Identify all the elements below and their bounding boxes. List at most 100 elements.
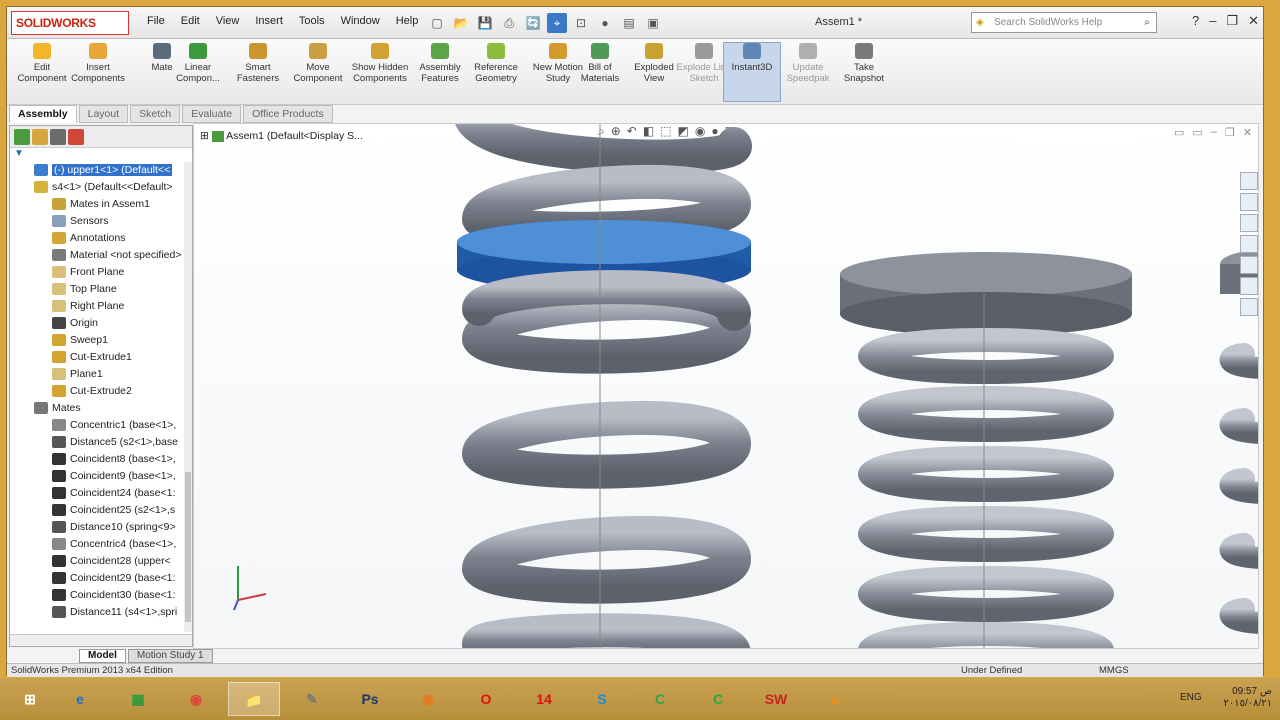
tree-item[interactable]: Mates (10, 400, 192, 417)
traffic-light-icon[interactable]: ● (595, 13, 615, 33)
taskbar-app-3[interactable]: 📁 (228, 682, 280, 716)
new-document-icon[interactable]: ▢ (427, 13, 447, 33)
tree-item[interactable]: Plane1 (10, 366, 192, 383)
options-icon[interactable]: ▣ (643, 13, 663, 33)
rebuild-icon[interactable]: 🔄 (523, 13, 543, 33)
display-manager-tab-icon[interactable] (68, 129, 84, 145)
taskbar-app-5[interactable]: Ps (344, 682, 396, 716)
restore-icon[interactable]: ❐ (1226, 13, 1238, 29)
taskbar-app-12[interactable]: SW (750, 682, 802, 716)
bottom-tab-motion-study-1[interactable]: Motion Study 1 (127, 649, 213, 663)
zoom-area-icon[interactable]: ⊡ (571, 13, 591, 33)
tree-item[interactable]: Coincident29 (base<1: (10, 570, 192, 587)
configuration-manager-tab-icon[interactable] (50, 129, 66, 145)
tree-item[interactable]: Cut-Extrude1 (10, 349, 192, 366)
cmd-assembly-features[interactable]: Assembly Features (411, 43, 469, 84)
tree-item[interactable]: Cut-Extrude2 (10, 383, 192, 400)
tab-layout[interactable]: Layout (78, 105, 129, 123)
taskbar-app-6[interactable]: ◉ (402, 682, 454, 716)
taskbar-app-11[interactable]: C (692, 682, 744, 716)
help-icon[interactable]: ? (1192, 13, 1199, 29)
taskbar-app-0[interactable]: e (54, 682, 106, 716)
tree-item[interactable]: Concentric1 (base<1>, (10, 417, 192, 434)
tree-item[interactable]: Distance10 (spring<9> (10, 519, 192, 536)
taskbar-app-7[interactable]: O (460, 682, 512, 716)
scroll-thumb[interactable] (185, 472, 191, 622)
forum-tab-icon[interactable] (1240, 298, 1258, 316)
cmd-reference-geometry[interactable]: Reference Geometry (467, 43, 525, 84)
design-library-tab-icon[interactable] (1240, 193, 1258, 211)
menu-view[interactable]: View (208, 15, 248, 27)
tree-item[interactable]: Concentric4 (base<1>, (10, 536, 192, 553)
tree-item[interactable]: Coincident28 (upper< (10, 553, 192, 570)
file-explorer-tab-icon[interactable] (1240, 214, 1258, 232)
taskbar-app-10[interactable]: C (634, 682, 686, 716)
tree-item[interactable]: Distance11 (s4<1>,spri (10, 604, 192, 621)
bottom-tab-model[interactable]: Model (79, 649, 126, 663)
tree-vertical-scrollbar[interactable] (184, 162, 192, 632)
tree-item[interactable]: Coincident25 (s2<1>,s (10, 502, 192, 519)
taskbar-app-8[interactable]: 14 (518, 682, 570, 716)
print-icon[interactable]: ⎙ (499, 13, 519, 33)
cmd-update-speedpak[interactable]: Update Speedpak (779, 43, 837, 84)
tree-item[interactable]: Sweep1 (10, 332, 192, 349)
tree-item[interactable]: Right Plane (10, 298, 192, 315)
tree-item[interactable]: Material <not specified> (10, 247, 192, 264)
menu-window[interactable]: Window (333, 15, 388, 27)
menu-edit[interactable]: Edit (173, 15, 208, 27)
cmd-edit-component[interactable]: Edit Component (13, 43, 71, 84)
tree-item[interactable]: Coincident8 (base<1>, (10, 451, 192, 468)
custom-properties-tab-icon[interactable] (1240, 277, 1258, 295)
clock-date[interactable]: ٢٠١٥/٠٨/٢١ (1223, 698, 1272, 710)
menu-file[interactable]: File (139, 15, 173, 27)
cmd-move-component[interactable]: Move Component (289, 43, 347, 84)
tree-item[interactable]: (-) upper1<1> (Default<< (10, 162, 192, 179)
cmd-bill-of-materials[interactable]: Bill of Materials (571, 43, 629, 84)
cmd-instant3d[interactable]: Instant3D (723, 42, 781, 102)
cmd-smart-fasteners[interactable]: Smart Fasteners (229, 43, 287, 84)
tab-office-products[interactable]: Office Products (243, 105, 333, 123)
tree-item[interactable]: Origin (10, 315, 192, 332)
tree-item[interactable]: Front Plane (10, 264, 192, 281)
tree-item[interactable]: Coincident9 (base<1>, (10, 468, 192, 485)
menu-tools[interactable]: Tools (291, 15, 333, 27)
appearances-tab-icon[interactable] (1240, 256, 1258, 274)
property-manager-tab-icon[interactable] (32, 129, 48, 145)
taskbar-app-2[interactable]: ◉ (170, 682, 222, 716)
clock-time[interactable]: 09:57 ص (1223, 686, 1272, 698)
tree-item[interactable]: Mates in Assem1 (10, 196, 192, 213)
cmd-linear-compon[interactable]: Linear Compon... (169, 43, 227, 84)
file-properties-icon[interactable]: ▤ (619, 13, 639, 33)
graphics-area[interactable]: ⊞ Assem1 (Default<Display S... ⌕ ⊕ ↶ ◧ ⬚… (193, 123, 1259, 649)
tree-item[interactable]: Coincident24 (base<1: (10, 485, 192, 502)
taskbar-app-9[interactable]: S (576, 682, 628, 716)
select-icon[interactable]: ⌖ (547, 13, 567, 33)
feature-tree-tab-icon[interactable] (14, 129, 30, 145)
tab-assembly[interactable]: Assembly (9, 105, 77, 123)
tree-item[interactable]: Distance5 (s2<1>,base (10, 434, 192, 451)
tree-item[interactable]: Coincident30 (base<1: (10, 587, 192, 604)
upper-spring[interactable] (455, 124, 752, 649)
taskbar-app-4[interactable]: ✎ (286, 682, 338, 716)
help-search-input[interactable]: ◈ Search SolidWorks Help ⌕ (971, 12, 1157, 33)
units-selector[interactable]: MMGS (1099, 664, 1129, 677)
save-icon[interactable]: 💾 (475, 13, 495, 33)
tree-item[interactable]: Sensors (10, 213, 192, 230)
tree-horizontal-scrollbar[interactable] (10, 634, 192, 646)
3d-model-view[interactable] (194, 124, 1259, 649)
tree-item[interactable]: Annotations (10, 230, 192, 247)
solidworks-logo[interactable]: SOLIDWORKS (11, 11, 129, 35)
tree-item[interactable]: Top Plane (10, 281, 192, 298)
search-icon[interactable]: ⌕ (1144, 13, 1150, 32)
tree-filter[interactable]: ▼ (10, 148, 192, 162)
taskbar-app-1[interactable]: ▦ (112, 682, 164, 716)
cmd-show-hidden-components[interactable]: Show Hidden Components (351, 43, 409, 84)
minimize-icon[interactable]: – (1209, 13, 1216, 29)
menu-help[interactable]: Help (388, 15, 427, 27)
view-palette-tab-icon[interactable] (1240, 235, 1258, 253)
tab-sketch[interactable]: Sketch (130, 105, 181, 123)
language-indicator[interactable]: ENG (1180, 692, 1202, 703)
menu-insert[interactable]: Insert (247, 15, 291, 27)
cmd-take-snapshot[interactable]: Take Snapshot (835, 43, 893, 84)
cmd-insert-components[interactable]: Insert Components (69, 43, 127, 84)
